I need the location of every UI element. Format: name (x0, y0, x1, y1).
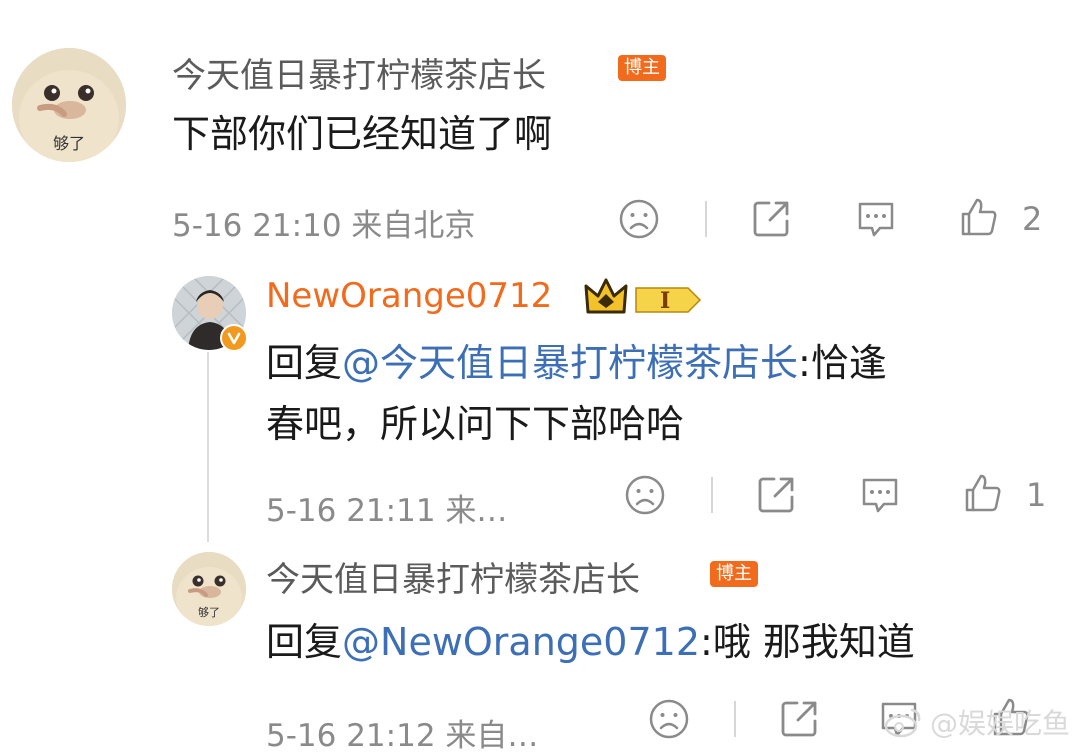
divider (705, 201, 707, 237)
mention-link[interactable]: @NewOrange0712 (342, 620, 700, 664)
username[interactable]: NewOrange0712 (266, 276, 552, 316)
reply-text: :哦 那我知道 (700, 620, 915, 664)
comment-text-line-2: 春吧，所以问下下部哈哈 (266, 402, 685, 446)
comment-meta: 5-16 21:12 来自… (266, 718, 539, 754)
reply-text: :恰逢 (798, 341, 887, 385)
comment-text-line-1: 回复@今天值日暴打柠檬茶店长:恰逢 (266, 333, 887, 393)
avatar[interactable]: 够了 (172, 552, 246, 626)
watermark: @娱娱吃鱼 (884, 702, 1070, 742)
divider (734, 701, 736, 737)
vip-level: I (660, 288, 670, 314)
dislike-face-icon[interactable] (618, 198, 660, 240)
weibo-logo-icon (884, 708, 921, 738)
comment-text: 下部你们已经知道了啊 (172, 112, 553, 156)
share-icon[interactable] (757, 474, 797, 514)
reply-prefix: 回复 (266, 341, 343, 385)
author-badge: 博主 (618, 55, 666, 81)
like-count: 1 (1026, 476, 1047, 514)
comment-meta: 5-16 21:10 来自北京 (172, 208, 476, 244)
username[interactable]: 今天值日暴打柠檬茶店长 (266, 552, 640, 601)
share-icon[interactable] (780, 698, 820, 738)
comment-icon[interactable] (855, 198, 897, 240)
thumbs-up-icon[interactable] (962, 472, 1004, 514)
divider (711, 477, 713, 513)
vip-badge: I (584, 276, 704, 324)
comment-meta: 5-16 21:11 来… (266, 493, 508, 529)
thumbs-up-icon[interactable] (958, 196, 1000, 238)
avatar-caption: 够了 (52, 134, 85, 153)
share-icon[interactable] (752, 198, 792, 238)
crown-icon: I (584, 278, 702, 314)
thread-line (207, 352, 209, 542)
avatar-caption: 够了 (198, 606, 220, 619)
dislike-face-icon[interactable] (624, 474, 666, 516)
avatar[interactable]: 够了 (12, 48, 126, 162)
verified-icon (220, 324, 248, 352)
dislike-face-icon[interactable] (648, 698, 690, 740)
mention-link[interactable]: @今天值日暴打柠檬茶店长 (342, 341, 798, 385)
author-badge: 博主 (710, 561, 758, 587)
reply-prefix: 回复 (266, 620, 343, 664)
comment-text: 回复@NewOrange0712:哦 那我知道 (266, 612, 915, 672)
username[interactable]: 今天值日暴打柠檬茶店长 (172, 48, 546, 97)
like-count: 2 (1022, 200, 1043, 238)
watermark-text: @娱娱吃鱼 (930, 707, 1071, 740)
comment-icon[interactable] (859, 474, 901, 516)
